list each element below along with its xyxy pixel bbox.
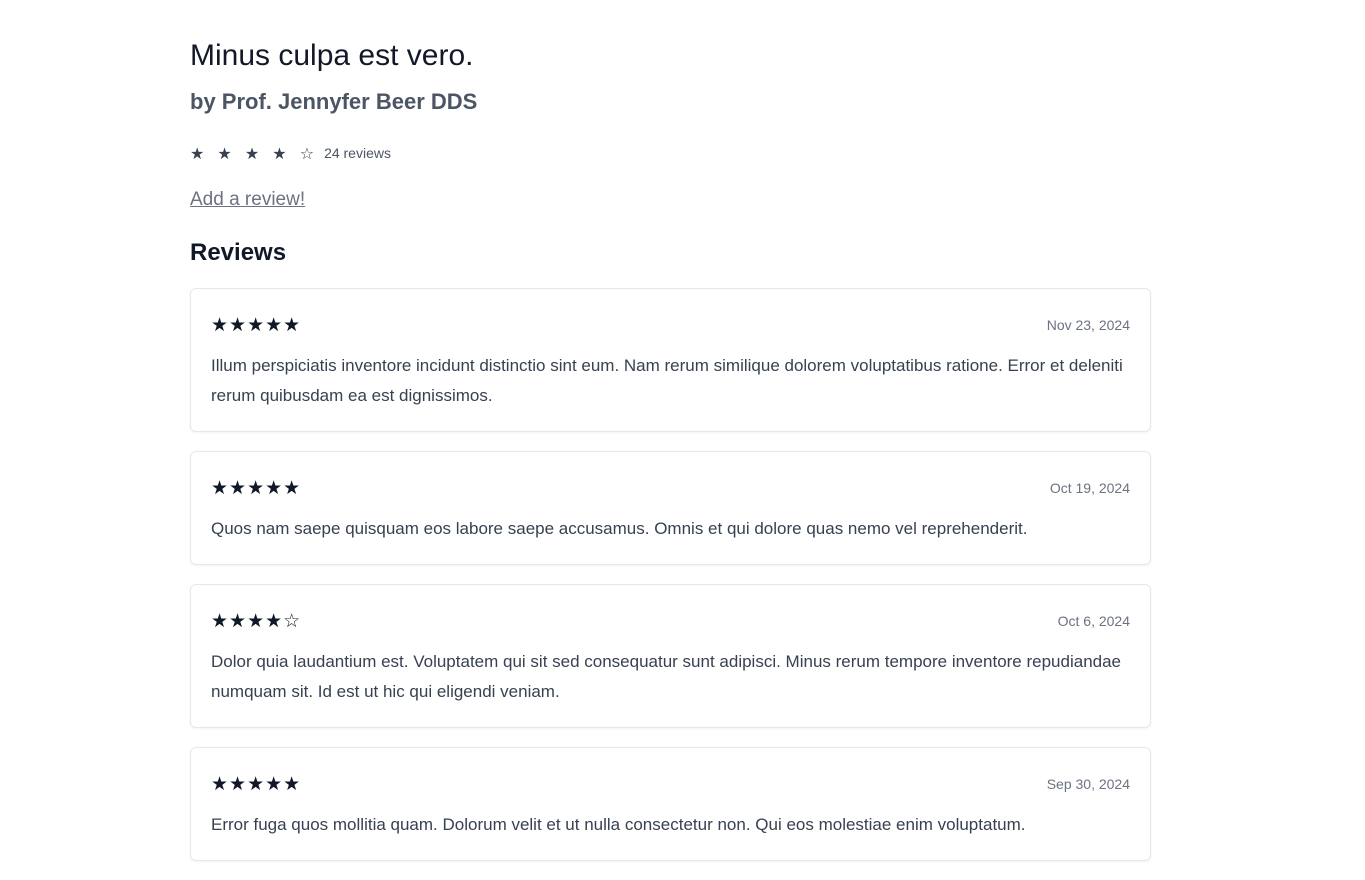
review-date: Nov 23, 2024 <box>1046 317 1130 333</box>
review-stars-icon: ★★★★★ <box>211 314 302 336</box>
review-count: 24 reviews <box>324 145 391 161</box>
review-stars-icon: ★★★★★ <box>211 477 302 499</box>
review-list: ★★★★★ Nov 23, 2024 Illum perspiciatis in… <box>190 288 1151 880</box>
review-card: ★★★★☆ Oct 6, 2024 Dolor quia laudantium … <box>190 584 1151 728</box>
review-card: ★★★★★ Oct 19, 2024 Quos nam saepe quisqu… <box>190 451 1151 565</box>
review-body: Error fuga quos mollitia quam. Dolorum v… <box>211 815 1026 834</box>
average-rating: ★ ★ ★ ★ ☆ 24 reviews <box>190 142 391 164</box>
review-header: ★★★★☆ Oct 6, 2024 <box>211 609 1130 633</box>
review-card: ★★★★★ Nov 23, 2024 Illum perspiciatis in… <box>190 288 1151 432</box>
review-stars-icon: ★★★★☆ <box>211 610 302 632</box>
reviews-heading: Reviews <box>190 239 287 266</box>
book-author: by Prof. Jennyfer Beer DDS <box>190 89 478 114</box>
star-rating-icon: ★ ★ ★ ★ ☆ <box>190 143 319 163</box>
review-header: ★★★★★ Oct 19, 2024 <box>211 476 1130 500</box>
review-body: Quos nam saepe quisquam eos labore saepe… <box>211 519 1028 538</box>
review-date: Oct 6, 2024 <box>1057 613 1130 629</box>
review-card: ★★★★★ Sep 30, 2024 Error fuga quos molli… <box>190 747 1151 861</box>
review-date: Sep 30, 2024 <box>1046 776 1130 792</box>
review-header: ★★★★★ Sep 30, 2024 <box>211 772 1130 796</box>
add-review-link[interactable]: Add a review! <box>190 187 305 213</box>
book-title: Minus culpa est vero. <box>190 39 474 72</box>
review-date: Oct 19, 2024 <box>1049 480 1130 496</box>
review-body: Dolor quia laudantium est. Voluptatem qu… <box>211 652 1122 701</box>
review-stars-icon: ★★★★★ <box>211 773 302 795</box>
review-body: Illum perspiciatis inventore incidunt di… <box>211 356 1123 405</box>
review-header: ★★★★★ Nov 23, 2024 <box>211 313 1130 337</box>
